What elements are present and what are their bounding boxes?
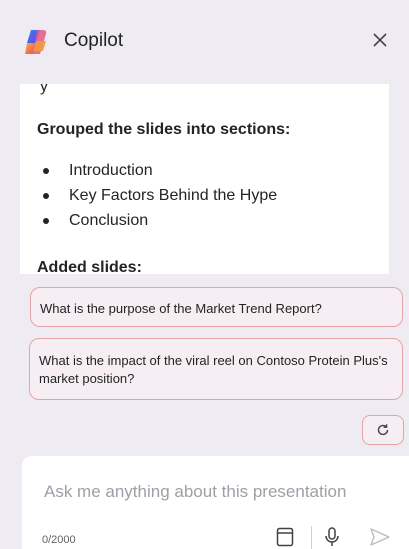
- list-item: Conclusion: [37, 208, 277, 233]
- app-title: Copilot: [64, 30, 124, 51]
- microphone-icon[interactable]: [322, 526, 342, 548]
- suggestion-chip[interactable]: What is the purpose of the Market Trend …: [30, 287, 403, 327]
- chat-input[interactable]: Ask me anything about this presentation: [44, 482, 346, 502]
- list-item: Key Factors Behind the Hype: [37, 183, 277, 208]
- truncated-text: y: [40, 84, 48, 95]
- divider: [311, 526, 312, 549]
- list-item: Introduction: [37, 158, 277, 183]
- composer[interactable]: Ask me anything about this presentation …: [22, 456, 409, 549]
- sections-heading: Grouped the slides into sections:: [37, 121, 291, 138]
- sections-list: Introduction Key Factors Behind the Hype…: [37, 158, 277, 233]
- copilot-logo: [25, 30, 47, 54]
- refresh-icon: [377, 424, 389, 436]
- close-icon[interactable]: [370, 30, 390, 50]
- added-slides-heading: Added slides:: [37, 259, 142, 274]
- refresh-suggestions-button[interactable]: [362, 415, 404, 445]
- character-counter: 0/2000: [42, 534, 76, 546]
- suggestion-chip[interactable]: What is the impact of the viral reel on …: [29, 338, 403, 400]
- send-icon[interactable]: [368, 526, 392, 548]
- response-card: y Grouped the slides into sections: Intr…: [20, 84, 389, 274]
- notebook-icon[interactable]: [275, 526, 295, 548]
- header: Copilot: [0, 0, 409, 84]
